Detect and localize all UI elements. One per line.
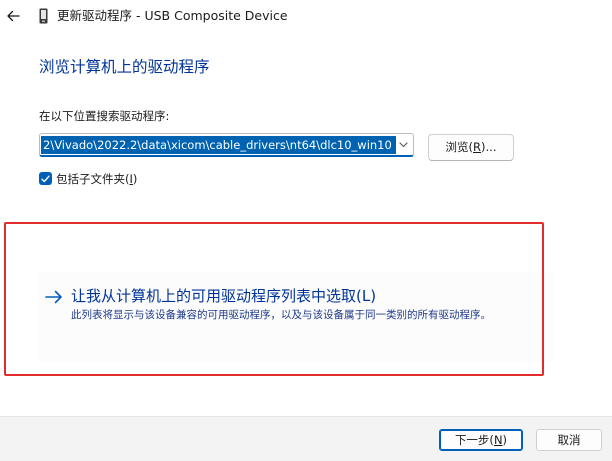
- combo-dropdown-button[interactable]: [395, 135, 411, 155]
- arrow-right-icon: [45, 290, 62, 304]
- search-path-combobox[interactable]: 2\Vivado\2022.2\data\xicom\cable_drivers…: [39, 133, 414, 157]
- browse-label: 浏览(: [445, 140, 474, 154]
- include-subfolders-suffix: ): [132, 172, 138, 186]
- usb-device-icon: [39, 8, 48, 24]
- arrow-left-icon: [7, 10, 20, 22]
- next-label: 下一步(: [454, 433, 494, 447]
- browse-button[interactable]: 浏览(R)...: [428, 134, 514, 161]
- window-title: 更新驱动程序 - USB Composite Device: [57, 8, 288, 23]
- include-subfolders-label[interactable]: 包括子文件夹(I): [56, 171, 137, 188]
- pick-from-list-link[interactable]: 让我从计算机上的可用驱动程序列表中选取(L): [71, 286, 376, 307]
- browse-access-key: R: [473, 140, 482, 154]
- search-location-label: 在以下位置搜索驱动程序:: [39, 109, 170, 123]
- include-subfolders-checkbox[interactable]: [39, 172, 52, 185]
- back-button[interactable]: [0, 3, 26, 29]
- include-subfolders-text: 包括子文件夹(: [56, 172, 130, 186]
- chevron-down-icon: [398, 142, 408, 148]
- page-title: 浏览计算机上的驱动程序: [39, 58, 210, 76]
- browse-label-suffix: )...: [481, 140, 497, 154]
- next-button[interactable]: 下一步(N): [439, 429, 523, 451]
- pick-from-list-description: 此列表将显示与该设备兼容的可用驱动程序，以及与该设备属于同一类别的所有驱动程序。: [71, 309, 491, 321]
- next-label-suffix: ): [502, 433, 508, 447]
- cancel-button[interactable]: 取消: [536, 429, 602, 451]
- search-path-input[interactable]: 2\Vivado\2022.2\data\xicom\cable_drivers…: [41, 136, 396, 154]
- next-access-key: N: [493, 433, 503, 447]
- checkmark-icon: [41, 175, 50, 182]
